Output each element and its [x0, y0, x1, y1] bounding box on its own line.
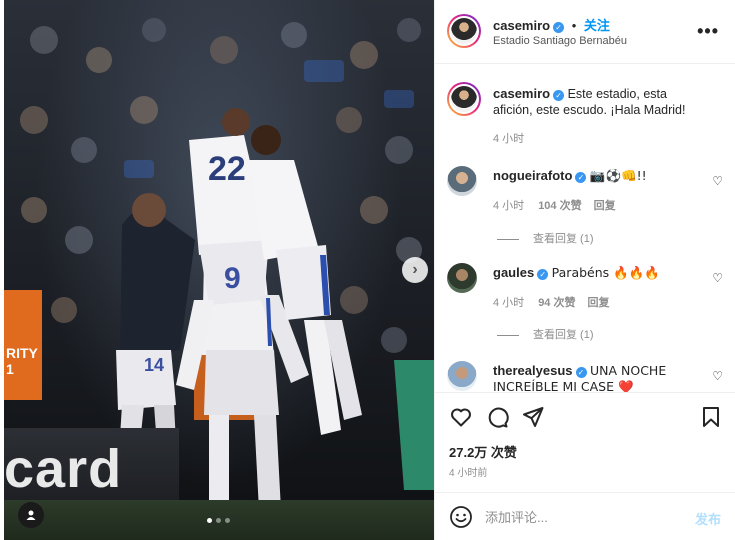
verified-badge-icon: ✓ [575, 367, 587, 378]
comment-body: nogueirafoto ✓ 📷⚽👊!! [493, 168, 707, 184]
verified-badge-icon: ✓ [553, 90, 565, 101]
avatar[interactable] [447, 82, 481, 116]
view-replies-button[interactable]: 查看回复 (1) [497, 326, 594, 342]
led-board-text: card [4, 439, 123, 499]
jersey-number-9: 9 [224, 262, 241, 295]
chevron-right-icon: › [412, 261, 418, 278]
comment-input[interactable] [485, 505, 685, 529]
like-comment-heart-icon[interactable]: ♡ [712, 271, 723, 285]
save-bookmark-icon[interactable] [699, 405, 723, 429]
carousel-next-button[interactable]: › [402, 257, 428, 283]
header-user: casemiro ✓ • 关注 [493, 15, 610, 34]
caption-time: 4 小时 [493, 133, 525, 145]
avatar[interactable] [447, 14, 481, 48]
comment-text: Parabéns 🔥🔥🔥 [551, 265, 660, 280]
comment-likes[interactable]: 104 次赞 [538, 200, 581, 212]
username-link[interactable]: nogueirafoto [493, 168, 572, 183]
comments-list[interactable]: casemiro ✓ Este estadio, esta afición, es… [435, 64, 735, 392]
comment-time: 4 小时 [493, 200, 525, 212]
reply-button[interactable]: 回复 [587, 297, 609, 309]
post-time: 4 小时前 [449, 468, 488, 479]
carousel-dot[interactable] [207, 518, 212, 523]
jersey-number-22: 22 [208, 150, 246, 188]
separator: • [571, 18, 577, 33]
post-photo[interactable]: RITY 1 22 9 14 card › [4, 0, 434, 540]
avatar[interactable] [447, 263, 477, 293]
share-paper-plane-icon[interactable] [521, 405, 545, 429]
comment-meta: 4 小时 94 次赞 回复 [493, 294, 621, 310]
username-link[interactable]: therealyesus [493, 363, 573, 378]
post-comment-button[interactable]: 发布 [695, 509, 721, 528]
follow-button[interactable]: 关注 [584, 18, 610, 33]
verified-badge-icon: ✓ [575, 172, 587, 183]
reply-button[interactable]: 回复 [594, 200, 616, 212]
avatar[interactable] [447, 361, 477, 391]
like-comment-heart-icon[interactable]: ♡ [712, 174, 723, 188]
post-sidebar: casemiro ✓ • 关注 Estadio Santiago Bernabéu… [434, 0, 735, 540]
comment-body: therealyesus ✓ UNA NOCHE INCREÍBLE MI CAS… [493, 363, 707, 392]
jersey-number-14: 14 [144, 355, 165, 375]
comment-composer: 发布 [435, 492, 735, 540]
action-bar [435, 392, 735, 442]
like-count[interactable]: 27.2万 次赞 [449, 442, 517, 461]
comment-text: 📷⚽👊!! [589, 168, 647, 183]
user-icon [26, 510, 36, 520]
view-replies-button[interactable]: 查看回复 (1) [497, 230, 594, 246]
verified-badge-icon: ✓ [553, 22, 565, 33]
replies-divider [497, 238, 519, 240]
view-replies-label: 查看回复 (1) [533, 329, 594, 341]
like-heart-icon[interactable] [449, 405, 473, 429]
username-link[interactable]: casemiro [493, 86, 550, 101]
username-link[interactable]: gaules [493, 265, 534, 280]
caption-body: casemiro ✓ Este estadio, esta afición, es… [493, 86, 707, 118]
comment-bubble-icon[interactable] [485, 405, 509, 429]
verified-badge-icon: ✓ [537, 269, 549, 280]
emoji-smiley-icon[interactable] [449, 505, 473, 529]
post-header: casemiro ✓ • 关注 Estadio Santiago Bernabéu… [435, 0, 735, 64]
comment-meta: 4 小时 104 次赞 回复 [493, 197, 628, 213]
tagged-users-button[interactable] [18, 502, 44, 528]
replies-divider [497, 334, 519, 336]
avatar[interactable] [447, 166, 477, 196]
location-link[interactable]: Estadio Santiago Bernabéu [493, 35, 627, 47]
carousel-dots [207, 518, 230, 523]
carousel-dot[interactable] [225, 518, 230, 523]
like-comment-heart-icon[interactable]: ♡ [712, 369, 723, 383]
more-options-icon[interactable]: ••• [697, 21, 719, 42]
comment-body: gaules ✓ Parabéns 🔥🔥🔥 [493, 265, 707, 281]
username-link[interactable]: casemiro [493, 18, 550, 33]
carousel-dot[interactable] [216, 518, 221, 523]
comment-time: 4 小时 [493, 297, 525, 309]
comment-likes[interactable]: 94 次赞 [538, 297, 575, 309]
view-replies-label: 查看回复 (1) [533, 233, 594, 245]
